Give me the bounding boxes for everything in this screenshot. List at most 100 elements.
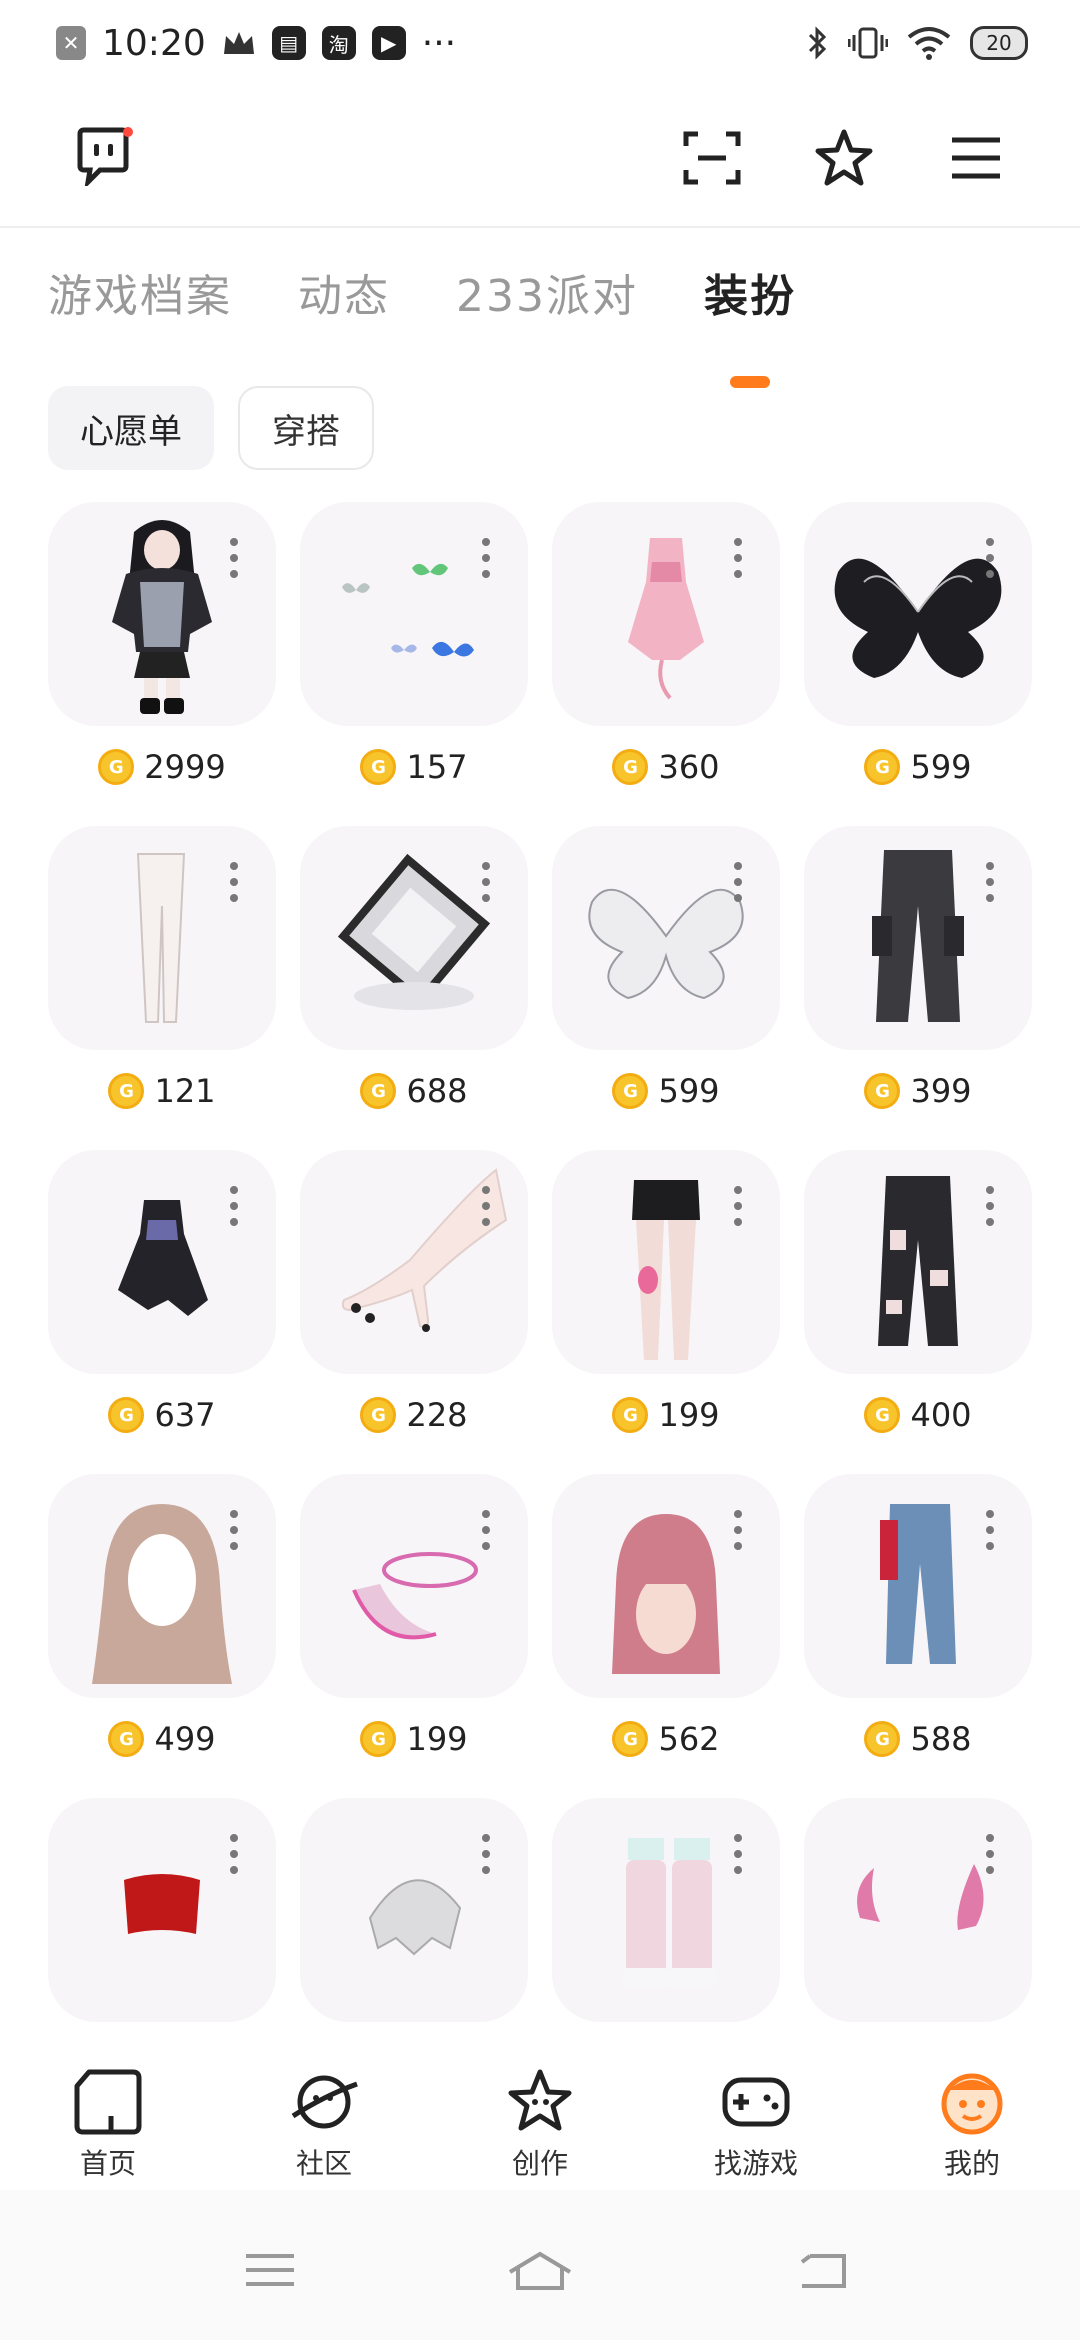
brown-hair-image: [92, 1504, 232, 1684]
item-thumbnail[interactable]: [804, 826, 1032, 1050]
coin-icon: G: [108, 1397, 145, 1433]
nav-home[interactable]: 首页: [0, 2040, 216, 2190]
item-thumbnail[interactable]: [804, 502, 1032, 726]
more-options-icon[interactable]: [734, 1186, 742, 1228]
item-card[interactable]: G 637: [48, 1150, 276, 1450]
more-options-icon[interactable]: [230, 538, 238, 580]
more-options-icon[interactable]: [482, 1186, 490, 1228]
item-card[interactable]: [552, 1798, 780, 2042]
item-thumbnail[interactable]: [804, 1798, 1032, 2022]
app-logo-icon[interactable]: [70, 126, 136, 186]
item-card[interactable]: G 399: [804, 826, 1032, 1126]
black-cargo-pants-image: [872, 850, 964, 1022]
item-card[interactable]: G 599: [804, 502, 1032, 802]
coin-icon: G: [360, 1721, 397, 1757]
coin-icon: G: [612, 749, 649, 785]
tab-game-records[interactable]: 游戏档案: [48, 260, 232, 324]
more-options-icon[interactable]: [986, 538, 994, 580]
price-value: 588: [910, 1720, 972, 1758]
more-options-icon[interactable]: [230, 1510, 238, 1552]
taobao-icon: 淘: [321, 26, 356, 60]
price-value: 228: [406, 1396, 468, 1434]
system-navigation-bar: [0, 2190, 1080, 2340]
item-thumbnail[interactable]: [48, 1150, 276, 1374]
item-thumbnail[interactable]: [300, 1798, 528, 2022]
item-thumbnail[interactable]: [552, 502, 780, 726]
item-thumbnail[interactable]: [48, 1798, 276, 2022]
more-options-icon[interactable]: [230, 1186, 238, 1228]
item-thumbnail[interactable]: [552, 1474, 780, 1698]
tab-moments[interactable]: 动态: [298, 260, 390, 324]
more-options-icon[interactable]: [986, 862, 994, 904]
item-thumbnail[interactable]: [48, 826, 276, 1050]
planet-icon: [291, 2075, 358, 2129]
tab-233-party[interactable]: 233派对: [456, 260, 638, 324]
scan-icon[interactable]: [680, 126, 744, 190]
home-icon: [74, 2069, 142, 2135]
item-thumbnail[interactable]: [300, 502, 528, 726]
crown-icon: [223, 32, 254, 54]
nav-me[interactable]: 我的: [864, 2040, 1080, 2190]
item-card[interactable]: [300, 1798, 528, 2042]
item-thumbnail[interactable]: [804, 1474, 1032, 1698]
item-thumbnail[interactable]: [552, 1150, 780, 1374]
tab-dress-up[interactable]: 装扮: [704, 260, 796, 388]
item-thumbnail[interactable]: [48, 502, 276, 726]
item-thumbnail[interactable]: [300, 1474, 528, 1698]
more-options-icon[interactable]: [230, 1834, 238, 1876]
coin-icon: G: [612, 1073, 649, 1109]
more-options-icon[interactable]: [986, 1510, 994, 1552]
item-card[interactable]: G 228: [300, 1150, 528, 1450]
more-options-icon[interactable]: [986, 1834, 994, 1876]
coin-icon: G: [864, 1073, 901, 1109]
item-card[interactable]: G 588: [804, 1474, 1032, 1774]
item-thumbnail[interactable]: [48, 1474, 276, 1698]
more-options-icon[interactable]: [734, 1834, 742, 1876]
wifi-icon: [907, 27, 951, 60]
more-options-icon[interactable]: [230, 862, 238, 904]
item-thumbnail[interactable]: [300, 826, 528, 1050]
item-thumbnail[interactable]: [552, 826, 780, 1050]
recent-apps-icon[interactable]: [244, 2250, 296, 2290]
item-card[interactable]: G 400: [804, 1150, 1032, 1450]
item-card[interactable]: G 157: [300, 502, 528, 802]
more-options-icon[interactable]: [482, 538, 490, 580]
gamepad-icon: [722, 2077, 790, 2127]
more-options-icon[interactable]: [482, 1510, 490, 1552]
nav-community[interactable]: 社区: [216, 2040, 432, 2190]
battery-indicator: 20: [970, 26, 1028, 60]
item-card[interactable]: G 121: [48, 826, 276, 1126]
chip-wishlist[interactable]: 心愿单: [48, 386, 214, 470]
item-card[interactable]: G 599: [552, 826, 780, 1126]
favorite-star-icon[interactable]: [812, 126, 876, 190]
item-thumbnail[interactable]: [552, 1798, 780, 2022]
more-options-icon[interactable]: [734, 1510, 742, 1552]
item-card[interactable]: G 499: [48, 1474, 276, 1774]
menu-icon[interactable]: [944, 126, 1008, 190]
item-card[interactable]: [804, 1798, 1032, 2042]
more-options-icon[interactable]: [734, 538, 742, 580]
item-card[interactable]: G 199: [300, 1474, 528, 1774]
more-options-icon[interactable]: [986, 1186, 994, 1228]
price-value: 360: [658, 748, 720, 786]
price-value: 400: [910, 1396, 972, 1434]
nav-create[interactable]: 创作: [432, 2040, 648, 2190]
back-system-icon[interactable]: [796, 2250, 848, 2290]
nav-find-games-label: 找游戏: [713, 2147, 798, 2180]
item-card[interactable]: G 199: [552, 1150, 780, 1450]
item-card[interactable]: G 562: [552, 1474, 780, 1774]
item-card[interactable]: G 688: [300, 826, 528, 1126]
more-options-icon[interactable]: [734, 862, 742, 904]
chip-outfits[interactable]: 穿搭: [238, 386, 374, 470]
more-options-icon[interactable]: [482, 862, 490, 904]
nav-create-label: 创作: [511, 2147, 568, 2180]
more-options-icon[interactable]: [482, 1834, 490, 1876]
item-card[interactable]: G 360: [552, 502, 780, 802]
item-card[interactable]: [48, 1798, 276, 2042]
item-price: G 400: [804, 1396, 1032, 1434]
item-thumbnail[interactable]: [300, 1150, 528, 1374]
item-card[interactable]: G 2999: [48, 502, 276, 802]
home-system-icon[interactable]: [506, 2250, 574, 2290]
nav-find-games[interactable]: 找游戏: [648, 2040, 864, 2190]
item-thumbnail[interactable]: [804, 1150, 1032, 1374]
